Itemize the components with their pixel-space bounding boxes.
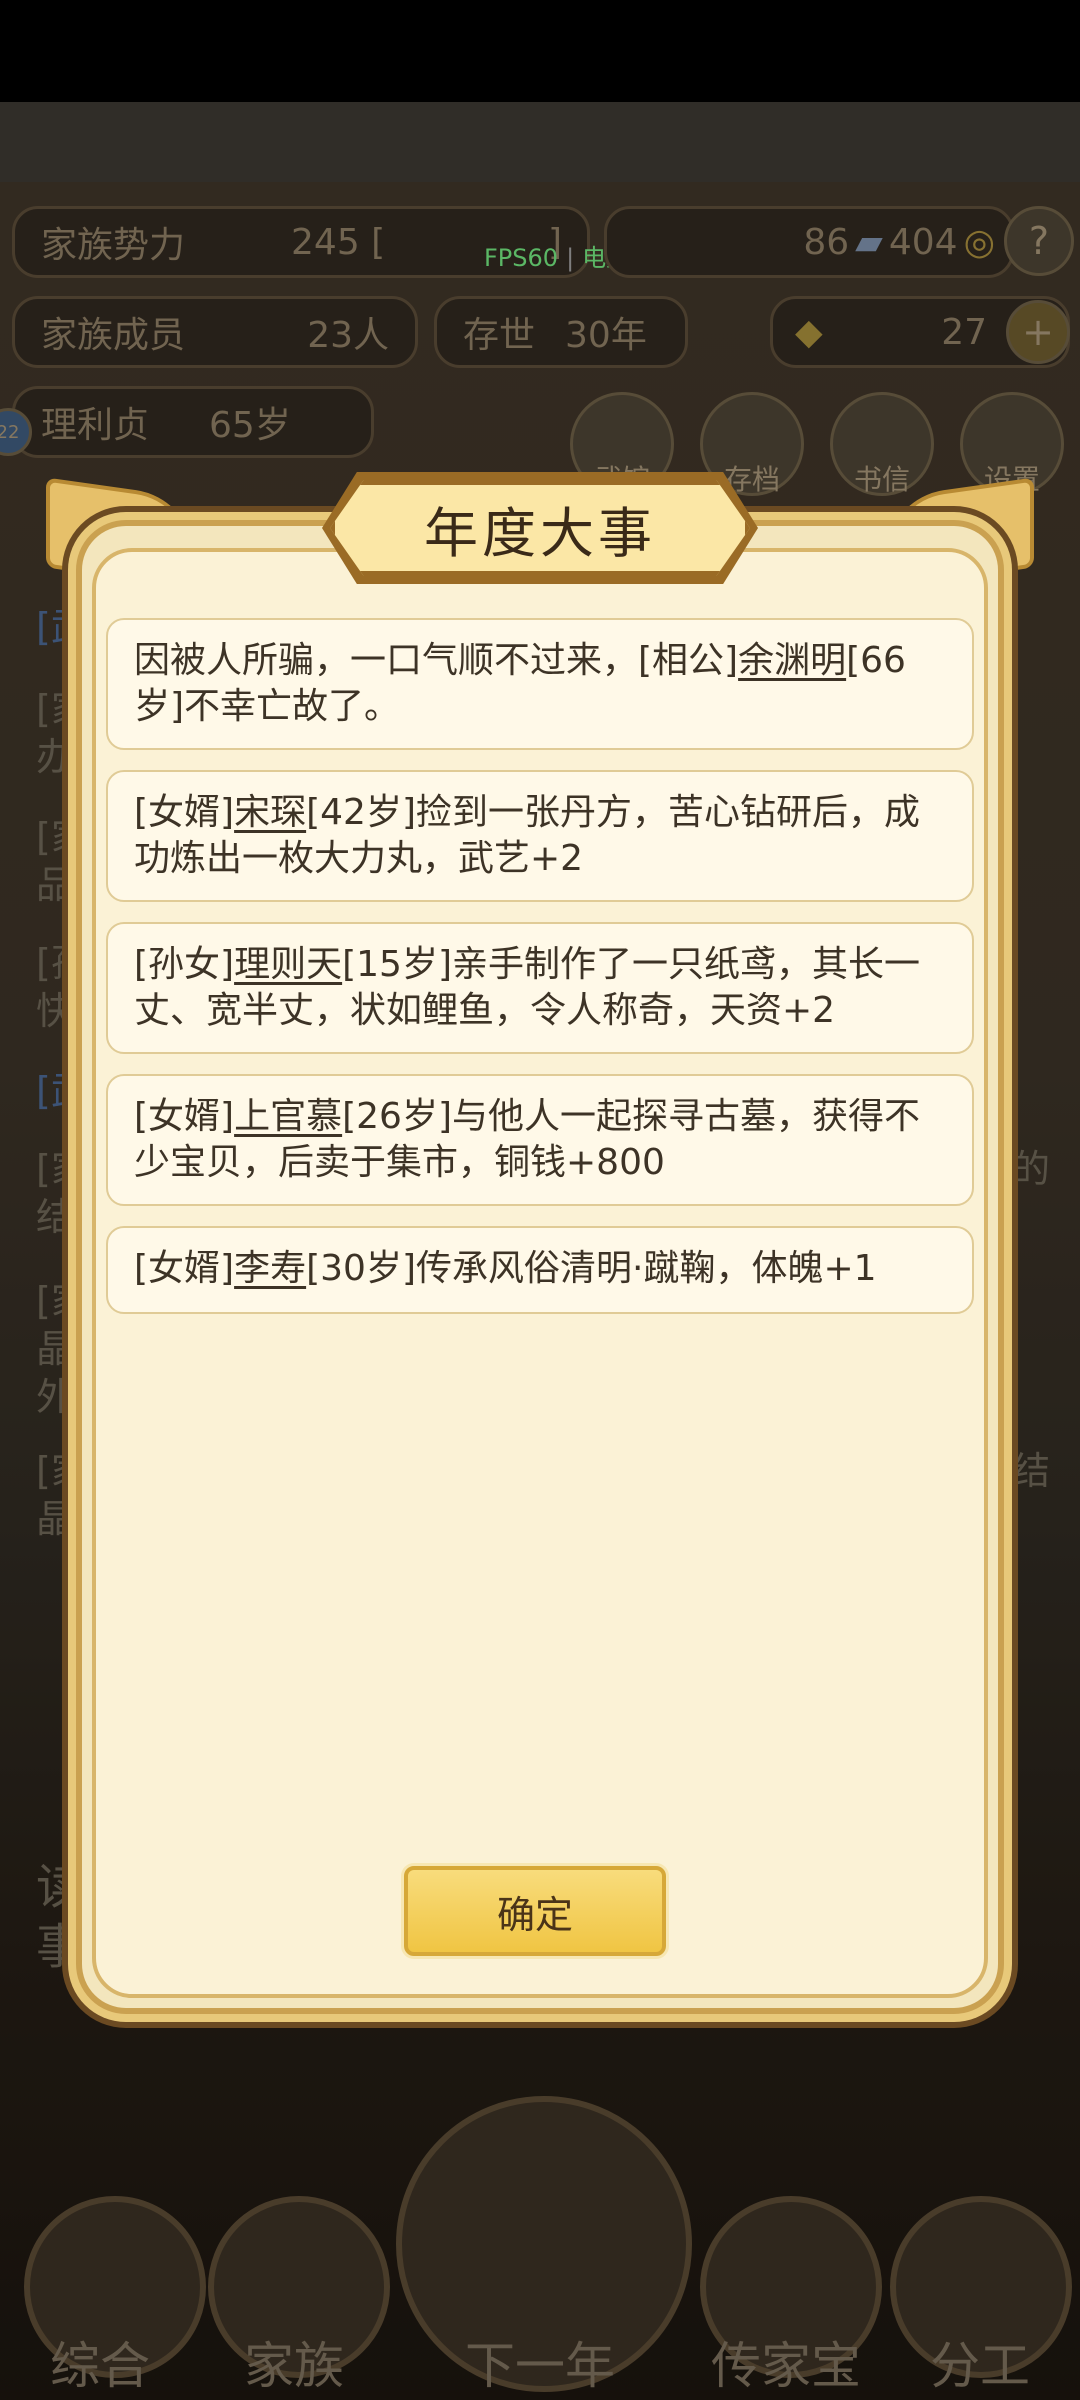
character-link[interactable]: 宋琛 (234, 792, 306, 833)
event-text: [30岁]传承风俗清明·蹴鞠，体魄+1 (306, 1248, 877, 1289)
character-link[interactable]: 上官慕 (234, 1096, 342, 1137)
character-link[interactable]: 余渊明 (738, 640, 846, 681)
event-item: [女婿]上官慕[26岁]与他人一起探寻古墓，获得不少宝贝，后卖于集市，铜钱+80… (106, 1074, 974, 1206)
character-link[interactable]: 李寿 (234, 1248, 306, 1289)
event-text: 因被人所骗，一口气顺不过来，[相公] (134, 640, 739, 681)
event-text: [女婿] (134, 792, 235, 833)
event-item: [孙女]理则天[15岁]亲手制作了一只纸鸢，其长一丈、宽半丈，状如鲤鱼，令人称奇… (106, 922, 974, 1054)
confirm-label: 确定 (496, 1892, 573, 1937)
character-link[interactable]: 理则天 (234, 944, 342, 985)
event-item: [女婿]宋琛[42岁]捡到一张丹方，苦心钻研后，成功炼出一枚大力丸，武艺+2 (106, 770, 974, 902)
event-item: 因被人所骗，一口气顺不过来，[相公]余渊明[66岁]不幸亡故了。 (106, 618, 974, 750)
dialog-title: 年度大事 (424, 501, 656, 565)
title-plate: 年度大事 (330, 480, 750, 576)
event-text: [孙女] (134, 944, 235, 985)
confirm-button[interactable]: 确定 (404, 1866, 666, 1956)
event-text: [女婿] (134, 1248, 235, 1289)
event-item: [女婿]李寿[30岁]传承风俗清明·蹴鞠，体魄+1 (106, 1226, 974, 1314)
event-text: [女婿] (134, 1096, 235, 1137)
